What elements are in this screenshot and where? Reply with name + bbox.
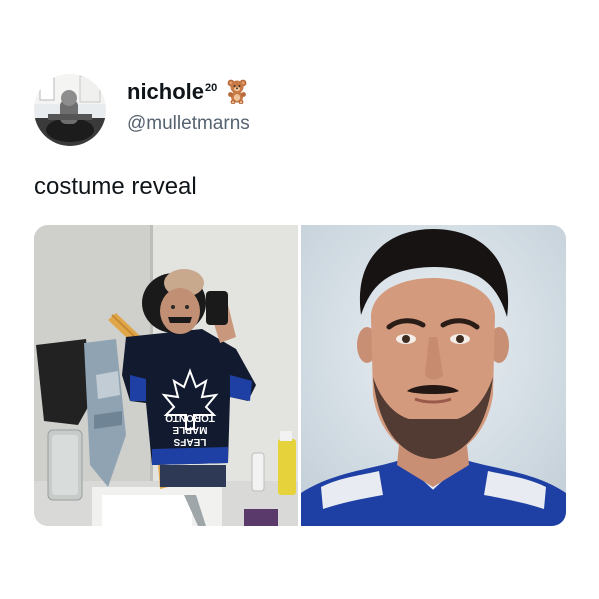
jersey-text-leafs: LEAFS [173,436,206,447]
jersey-text-toronto: TORONTO [165,412,215,423]
author-block: nichole 20 @mulletmarns [127,78,427,136]
media-grid: TORONTO MAPLE LEAFS [34,225,566,526]
display-name-superscript: 20 [205,82,218,94]
teddy-bear-icon [227,79,247,104]
photo-costume-mirror-selfie[interactable]: TORONTO MAPLE LEAFS [34,225,298,526]
photo-player-headshot[interactable] [301,225,566,526]
tweet-card: nichole 20 @mulletmarns costume reveal T… [0,0,599,599]
avatar[interactable] [34,74,106,146]
user-handle[interactable]: @mulletmarns [127,112,427,136]
tweet-text: costume reveal [34,173,197,200]
jersey-text-maple: MAPLE [172,424,207,435]
display-name-row: nichole 20 [127,78,427,110]
display-name[interactable]: nichole [127,78,204,106]
